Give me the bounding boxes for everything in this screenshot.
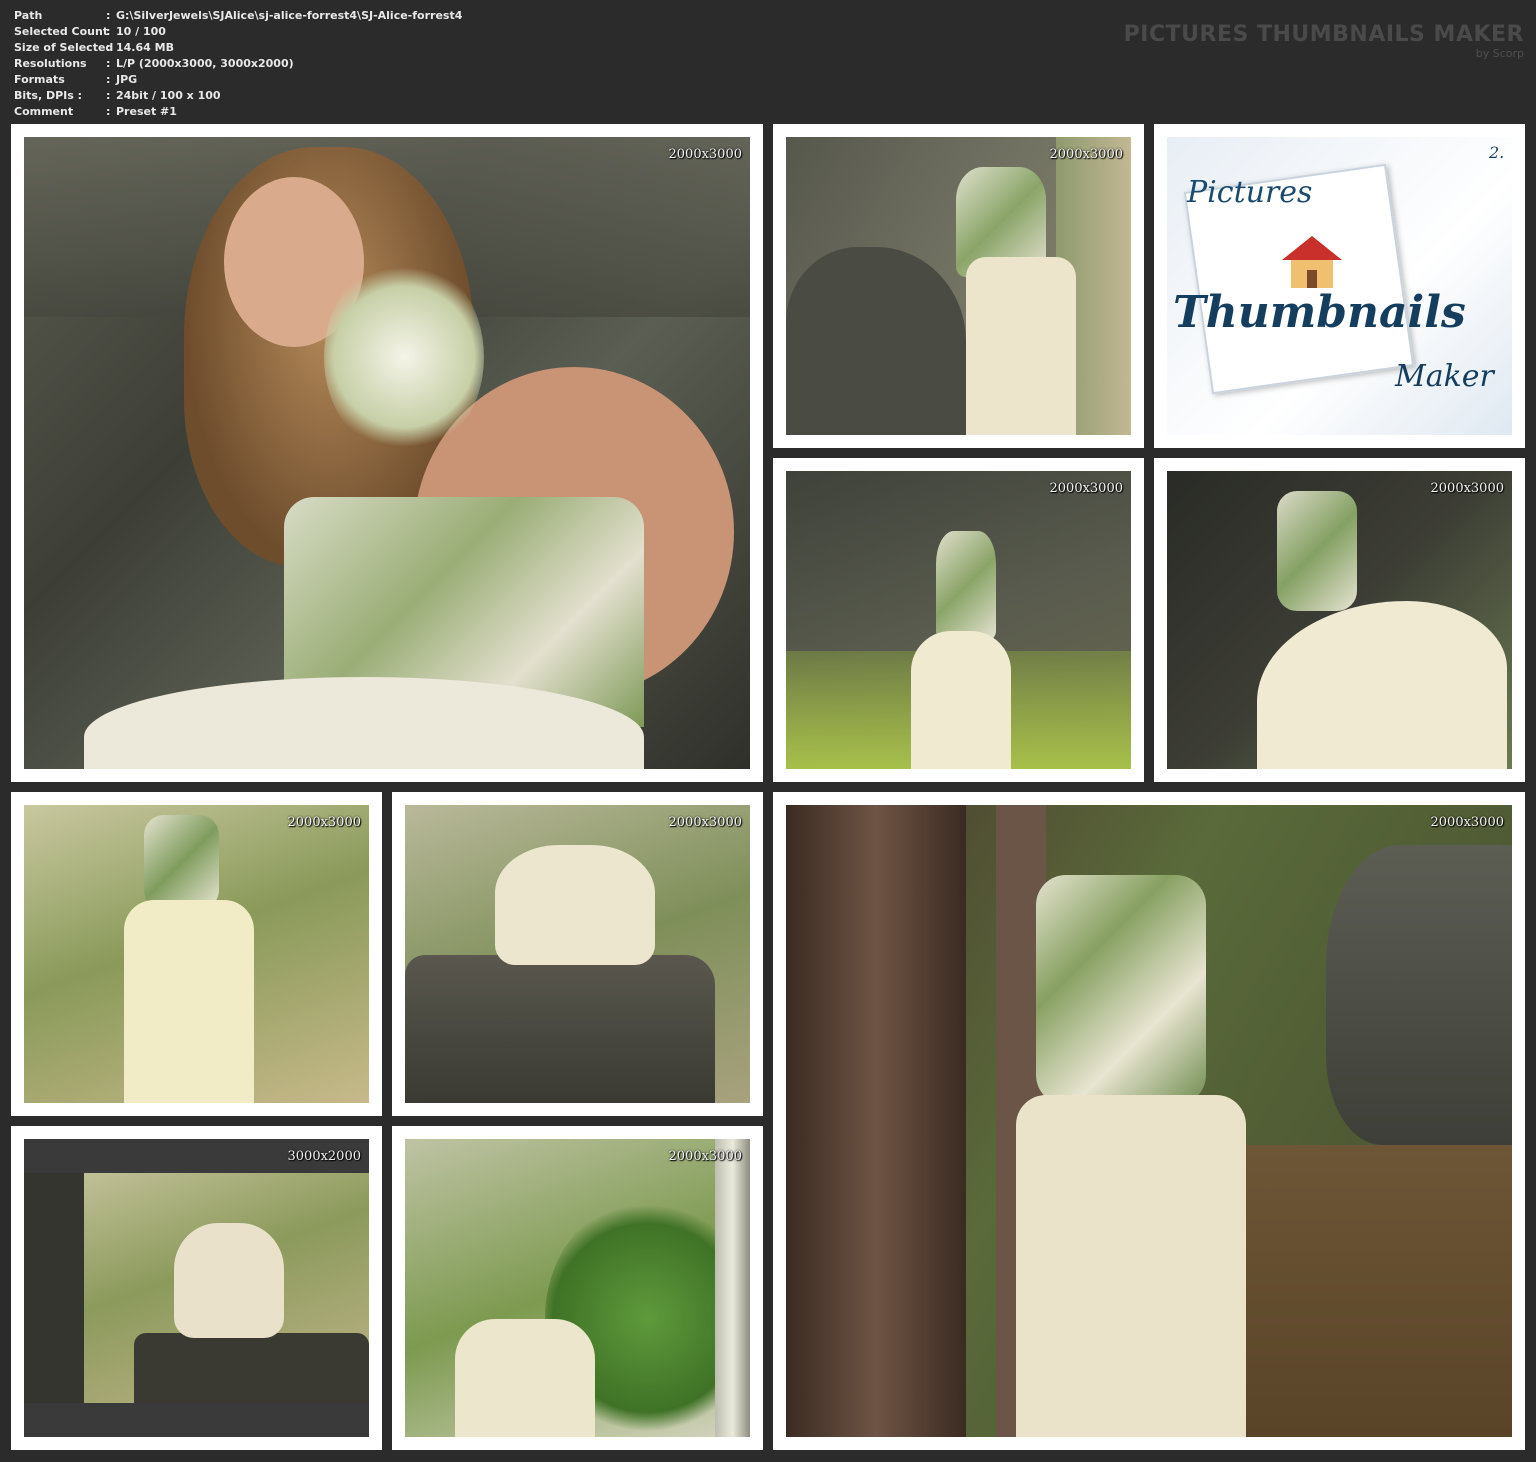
info-value: JPG	[116, 73, 138, 86]
info-key: Bits, DPIs :	[14, 89, 83, 102]
skirt-shape	[455, 1319, 595, 1437]
thumbnail-4[interactable]: 2000x3000	[773, 458, 1144, 782]
info-row-formats: Formats: JPG	[14, 72, 462, 88]
thumbnail-image: 3000x2000	[24, 1139, 369, 1437]
birch-trunk-shape	[715, 1139, 750, 1437]
info-row-bits: Bits, DPIs ::24bit / 100 x 100	[14, 88, 462, 104]
thumbnail-2[interactable]: 2000x3000	[773, 124, 1144, 448]
info-key: Path	[14, 9, 43, 22]
info-value: 24bit / 100 x 100	[116, 89, 221, 102]
info-value: G:\SilverJewels\SJAlice\sj-alice-forrest…	[116, 9, 463, 22]
logo-image: Pictures Thumbnails Maker 2.	[1167, 137, 1512, 435]
info-sep: :	[106, 57, 111, 70]
info-key: Comment	[14, 105, 74, 118]
top-shape	[144, 815, 219, 910]
skirt-shape	[966, 257, 1076, 435]
skirt-shape	[1257, 601, 1507, 769]
info-value: 10 / 100	[116, 25, 166, 38]
rock-shape	[405, 955, 715, 1103]
resolution-badge: 2000x3000	[668, 147, 743, 162]
brand-subtitle: by Scorp	[1475, 47, 1524, 60]
thumbnail-image: 2000x3000	[24, 137, 750, 769]
logo-word-thumbnails: Thumbnails	[1173, 287, 1466, 338]
resolution-badge: 2000x3000	[1430, 481, 1505, 496]
info-key: Size of Selected	[14, 41, 114, 54]
thumbnail-image: 2000x3000	[786, 471, 1131, 769]
thumbnail-10[interactable]: 2000x3000	[392, 1126, 763, 1450]
info-key: Resolutions	[14, 57, 87, 70]
thumbnail-image: 2000x3000	[405, 805, 750, 1103]
figure-shape	[495, 845, 655, 965]
resolution-badge: 2000x3000	[668, 1149, 743, 1164]
rock-shape	[786, 247, 966, 435]
logo-word-maker: Maker	[1395, 359, 1494, 394]
info-row-resolutions: Resolutions: L/P (2000x3000, 3000x2000)	[14, 56, 462, 72]
info-sep: :	[106, 41, 111, 54]
info-value: Preset #1	[116, 105, 177, 118]
thumbnail-3[interactable]: Pictures Thumbnails Maker 2.	[1154, 124, 1525, 448]
rock-shape	[1326, 845, 1512, 1145]
photo-area	[24, 1173, 369, 1403]
file-info: Path: G:\SilverJewels\SJAlice\sj-alice-fo…	[14, 8, 462, 120]
thumbnail-1[interactable]: 2000x3000	[11, 124, 763, 782]
skirt-shape	[1016, 1095, 1246, 1437]
house-icon	[1277, 232, 1347, 292]
info-sep: :	[106, 89, 111, 102]
info-sep: :	[106, 25, 111, 38]
info-value: 14.64 MB	[116, 41, 174, 54]
info-sep: :	[106, 73, 111, 86]
thumbnail-5[interactable]: 2000x3000	[1154, 458, 1525, 782]
brand-title: PICTURES THUMBNAILS MAKER	[1123, 22, 1524, 47]
info-value: L/P (2000x3000, 3000x2000)	[116, 57, 294, 70]
info-sep: :	[106, 9, 111, 22]
figure-shape	[174, 1223, 284, 1338]
info-row-count: Selected Count:10 / 100	[14, 24, 462, 40]
resolution-badge: 2000x3000	[668, 815, 743, 830]
thumbnail-image: 2000x3000	[24, 805, 369, 1103]
flowers-shape	[324, 257, 484, 457]
logo-word-pictures: Pictures	[1187, 175, 1313, 210]
logo-corner: 2.	[1489, 143, 1505, 162]
thumbnail-6[interactable]: 2000x3000	[11, 792, 382, 1116]
top-shape	[936, 531, 996, 641]
tree-trunk-shape	[786, 805, 966, 1437]
resolution-badge: 2000x3000	[1049, 147, 1124, 162]
header: Path: G:\SilverJewels\SJAlice\sj-alice-fo…	[0, 0, 1536, 122]
info-row-path: Path: G:\SilverJewels\SJAlice\sj-alice-fo…	[14, 8, 462, 24]
resolution-badge: 2000x3000	[1049, 481, 1124, 496]
rock-shape	[24, 1173, 84, 1403]
rock-shape	[134, 1333, 369, 1403]
thumbnail-image: 2000x3000	[786, 137, 1131, 435]
skirt-shape	[911, 631, 1011, 769]
brand: PICTURES THUMBNAILS MAKER by Scorp	[1124, 22, 1524, 60]
top-shape	[1277, 491, 1357, 611]
thumbnail-image: 2000x3000	[405, 1139, 750, 1437]
thumbnail-image: 2000x3000	[786, 805, 1512, 1437]
info-row-comment: Comment: Preset #1	[14, 104, 462, 120]
thumbnail-7[interactable]: 2000x3000	[392, 792, 763, 1116]
resolution-badge: 2000x3000	[287, 815, 362, 830]
thumbnail-8[interactable]: 2000x3000	[773, 792, 1525, 1450]
resolution-badge: 2000x3000	[1430, 815, 1505, 830]
skirt-shape	[124, 900, 254, 1103]
thumbnail-image: 2000x3000	[1167, 471, 1512, 769]
thumbnail-9[interactable]: 3000x2000	[11, 1126, 382, 1450]
info-sep: :	[106, 105, 111, 118]
info-key: Formats	[14, 73, 65, 86]
info-row-size: Size of Selected:14.64 MB	[14, 40, 462, 56]
info-key: Selected Count	[14, 25, 109, 38]
top-shape	[1036, 875, 1206, 1105]
resolution-badge: 3000x2000	[287, 1149, 362, 1164]
